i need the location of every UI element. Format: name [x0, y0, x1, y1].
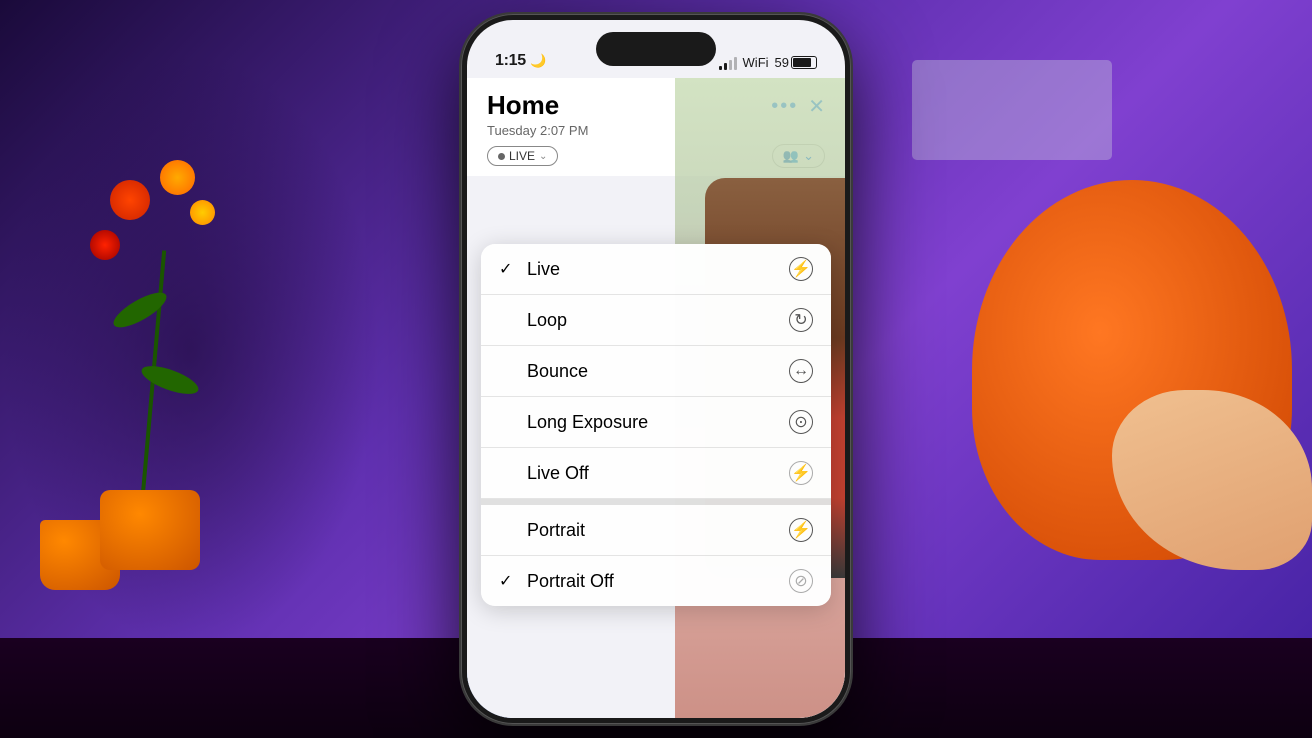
signal-bar-2	[724, 63, 727, 70]
dropdown-menu: ✓ Live ⚡ Loop ↻	[481, 244, 831, 606]
phone-body: 1:15 🌙 WiFi 59	[461, 14, 851, 724]
portrait-off-label: Portrait Off	[527, 571, 614, 592]
menu-item-portrait-off[interactable]: ✓ Portrait Off ⊘	[481, 556, 831, 606]
time-text: 1:15	[495, 52, 526, 69]
live-off-label: Live Off	[527, 463, 589, 484]
menu-item-portrait[interactable]: Portrait ⚡	[481, 505, 831, 556]
menu-item-portrait-left: Portrait	[499, 520, 585, 541]
battery-body	[791, 56, 817, 69]
menu-item-long-exposure-left: Long Exposure	[499, 412, 648, 433]
live-off-icon: ⚡	[789, 461, 813, 485]
long-exposure-icon: ⊙	[789, 410, 813, 434]
flower-1	[110, 180, 150, 220]
photo-title: Home	[487, 90, 559, 121]
menu-item-loop[interactable]: Loop ↻	[481, 295, 831, 346]
live-dot	[498, 153, 505, 160]
menu-item-live-off[interactable]: Live Off ⚡	[481, 448, 831, 499]
portrait-off-checkmark: ✓	[499, 571, 517, 591]
live-label: LIVE	[509, 149, 535, 163]
long-exposure-label: Long Exposure	[527, 412, 648, 433]
wifi-icon: WiFi	[743, 55, 769, 70]
dynamic-island	[596, 32, 716, 66]
menu-item-portrait-off-left: ✓ Portrait Off	[499, 571, 614, 592]
loop-label: Loop	[527, 310, 567, 331]
bounce-icon: ↔	[789, 359, 813, 383]
status-icons: WiFi 59	[719, 55, 817, 70]
signal-bar-1	[719, 66, 722, 70]
live-icon: ⚡	[789, 257, 813, 281]
leaf-1	[109, 286, 171, 333]
menu-item-long-exposure[interactable]: Long Exposure ⊙	[481, 397, 831, 448]
menu-item-live[interactable]: ✓ Live ⚡	[481, 244, 831, 295]
portrait-off-icon: ⊘	[789, 569, 813, 593]
chair-decoration	[912, 150, 1312, 650]
bounce-label: Bounce	[527, 361, 588, 382]
signal-icon	[719, 56, 737, 70]
phone-screen: 1:15 🌙 WiFi 59	[467, 20, 845, 718]
battery-fill	[793, 58, 811, 67]
battery: 59	[775, 55, 817, 70]
status-time: 1:15 🌙	[495, 52, 546, 70]
menu-item-bounce[interactable]: Bounce ↔	[481, 346, 831, 397]
portrait-label: Portrait	[527, 520, 585, 541]
loop-icon: ↻	[789, 308, 813, 332]
live-checkmark: ✓	[499, 259, 517, 279]
menu-item-live-off-left: Live Off	[499, 463, 589, 484]
signal-bar-3	[729, 60, 732, 70]
leaf-2	[138, 360, 201, 399]
shelf	[912, 60, 1112, 160]
flower-3	[90, 230, 120, 260]
menu-item-live-left: ✓ Live	[499, 259, 560, 280]
flower-4	[190, 200, 215, 225]
left-background	[0, 50, 380, 650]
live-badge[interactable]: LIVE ⌄	[487, 146, 558, 166]
menu-item-loop-left: Loop	[499, 310, 567, 331]
moon-icon: 🌙	[530, 53, 546, 68]
flower-2	[160, 160, 195, 195]
menu-item-bounce-left: Bounce	[499, 361, 588, 382]
battery-percent: 59	[775, 55, 789, 70]
portrait-icon: ⚡	[789, 518, 813, 542]
live-label-text: Live	[527, 259, 560, 280]
orange-container	[100, 490, 200, 570]
signal-bar-4	[734, 57, 737, 70]
live-chevron-icon: ⌄	[539, 151, 547, 162]
phone: 1:15 🌙 WiFi 59	[461, 14, 851, 724]
